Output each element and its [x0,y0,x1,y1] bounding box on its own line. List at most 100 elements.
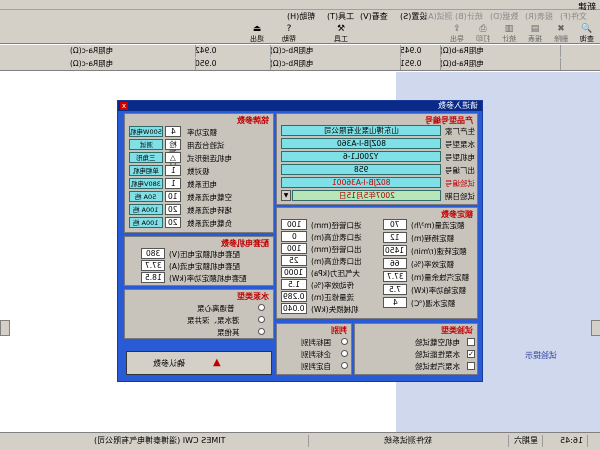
rated-param-label: 额定轴功率(kW) [411,286,467,295]
menu-stats[interactable]: 统计(B) [455,11,483,22]
header-cell: 电阻Ra-b(Ω) [440,45,561,57]
delete-icon: ✖ [557,24,565,34]
toolbar-query-button[interactable]: 🔍 查询 [576,24,598,43]
rated-param-value[interactable]: 37.7 [383,271,407,282]
motor-param-value[interactable]: 20 [165,204,181,215]
rated-aux-value[interactable]: 100 [281,219,307,230]
header-cell: 电阻Ra-c(Ω) [70,45,196,57]
rated-param-label: 额定转速(r/min) [411,247,467,256]
close-icon[interactable]: x [120,102,128,110]
toolbar-export-button[interactable]: ⇪ 导出 [446,24,468,43]
rated-aux-label: 流量修正(m) [311,293,355,302]
motor-param-unit[interactable]: 单相电机 [129,165,163,176]
motor-param-value[interactable]: 检测台 [165,139,181,167]
rated-aux-value[interactable]: 0 [281,231,307,242]
header-cell: 电阻Ra-c(Ω) [70,58,196,70]
rated-aux-value[interactable]: 1000 [281,267,307,278]
rated-param-label: 额定扬程(m) [411,234,455,243]
rated-aux-value[interactable]: 1.5 [281,279,307,290]
motor-param-value[interactable]: 20 [165,217,181,228]
rated-aux-value[interactable]: 0.040 [281,303,307,314]
menu-settings[interactable]: 设置(S) [400,11,427,22]
matched-param-value[interactable]: 380 [141,248,165,259]
motor-param-unit[interactable]: 三角形 [129,152,163,163]
menu-tools[interactable]: 工具(T) [327,11,354,22]
rated-aux-label: 大气压力(kPa) [311,269,360,278]
toolbar-print-button[interactable]: ⎙ 打印 [472,24,494,43]
serial-field[interactable]: 958 [281,164,441,175]
motor-param-value[interactable]: 10 [165,191,181,202]
radio-judge-national[interactable] [341,338,348,345]
toolbar-exit-button[interactable]: ⏏ 退出 [246,24,268,43]
motor-param-value[interactable]: 1 [165,178,181,189]
motor-param-unit[interactable]: 50A 档 [129,191,163,202]
pump-model-field[interactable]: 80ZJB-I-A360 [281,138,441,149]
toolbar-report-button[interactable]: ▤ 报表 [524,24,546,43]
status-product: 软件测试系统 [380,435,509,447]
rated-param-value[interactable]: 12 [383,232,407,243]
rated-aux-label: 机械损失(kW) [311,305,359,314]
menu-help[interactable]: 帮助(H) [287,11,315,22]
motor-param-unit[interactable]: 测试 [129,139,163,150]
export-icon: ⇪ [453,24,461,34]
radio-judge-custom[interactable] [341,362,348,369]
radio-judge-enterprise[interactable] [341,350,348,357]
motor-param-label: 电压系数 [187,180,217,189]
motor-param-value[interactable]: 1 [165,165,181,176]
header-cell: 0.951 [400,58,441,70]
confirm-icon: ▲ [213,357,221,368]
scroll-left-button[interactable] [0,320,10,336]
confirm-button[interactable]: ▲ 确认参数 [126,351,272,375]
rated-aux-value[interactable]: 0.289 [281,291,307,302]
toolbar-delete-button[interactable]: ✖ 删除 [550,24,572,43]
rated-param-value[interactable]: 1450 [383,245,407,256]
motor-model-field[interactable]: Y200L1-6 [281,151,441,162]
rated-aux-label: 进口表位高(m) [311,233,362,242]
motor-param-unit[interactable]: 100A 档 [129,217,163,228]
menu-view[interactable]: 查看(V) [360,11,388,22]
test-no-field[interactable]: 80ZJB-I-A36001 [281,177,441,188]
radio-pump-other[interactable] [258,328,265,335]
rated-param-value[interactable]: 4 [383,297,407,308]
toolbar-stats-button[interactable]: ▥ 统计 [498,24,520,43]
exit-icon: ⏏ [252,24,262,34]
menu-data[interactable]: 数据(D) [490,11,518,22]
motor-param-value[interactable]: 4 [165,126,181,137]
status-weekday: 星期六 [510,435,543,447]
date-dropdown-button[interactable]: ▼ [281,190,291,201]
menu-test[interactable]: 测试(A) [425,11,453,22]
status-company: TIMES CWI (淄博泰博电气有限公司) [90,435,309,447]
radio-pump-submersible[interactable] [258,316,265,323]
side-hint: 试验提示 [525,351,557,360]
motor-param-value[interactable]: △ [165,152,181,163]
matched-param-label: 配套电机额定功率(kW) [169,274,247,283]
motor-param-unit[interactable]: 380V电机 [129,178,163,189]
menu-file[interactable]: 文件(F) [560,11,587,22]
date-field[interactable]: 2007年5月15日 [292,190,441,201]
matched-param-value[interactable]: 18.5 [141,272,165,283]
rated-param-value[interactable]: 70 [383,219,407,230]
menu-bar: 查看(V) 设置(S) 工具(T) 帮助(H) 测试(A) 统计(B) 数据(D… [0,10,600,22]
rated-param-value[interactable]: 7.5 [383,284,407,295]
rated-aux-value[interactable]: 25 [281,255,307,266]
rated-param-label: 额定汽蚀余量(m) [411,273,470,282]
check-pump-cavitation[interactable] [467,362,475,370]
status-time: 16:45 [556,435,589,447]
dialog-title-bar: x 请进入参数 [118,101,482,111]
rated-param-value[interactable]: 66 [383,258,407,269]
check-pump-performance[interactable]: ✓ [467,350,475,358]
check-motor-noload[interactable] [467,338,475,346]
print-icon: ⎙ [479,24,487,34]
matched-param-value[interactable]: 37.7 [141,260,165,271]
menu-report[interactable]: 报表(R) [525,11,553,22]
radio-pump-normal[interactable] [258,304,265,311]
motor-param-unit[interactable]: 100A 档 [129,204,163,215]
status-bar: 16:45 星期六 软件测试系统 TIMES CWI (淄博泰博电气有限公司) [0,432,600,450]
rated-aux-value[interactable]: 100 [281,243,307,254]
rated-aux-label: 出口表位高(m) [311,257,362,266]
motor-param-unit[interactable]: 500W电机 [129,126,163,137]
toolbar-help-button[interactable]: ? 帮助 [278,24,300,43]
toolbar-tools-button[interactable]: ⚒ 工具 [330,24,352,43]
company-field[interactable]: 山东博山泵业有限公司 [281,125,441,136]
scroll-right-button[interactable] [591,320,600,336]
